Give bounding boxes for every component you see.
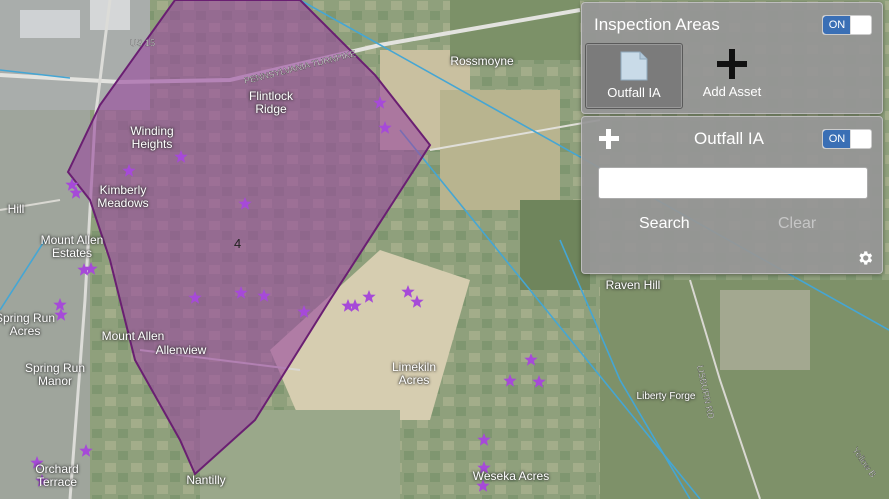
place-label-hill: Hill — [7, 202, 25, 216]
toggle-on-label: ON — [823, 16, 851, 34]
place-label-kimberly-meadows: Kimberly Meadows — [97, 183, 149, 210]
place-label-rossmoyne: Rossmoyne — [450, 54, 514, 68]
toggle-knob — [850, 130, 871, 148]
toggle-on-label: ON — [823, 130, 851, 148]
inspection-areas-panel: Inspection Areas ON Outfall IA Add Asset — [581, 2, 883, 114]
place-label-spring-run-manor: Spring Run Manor — [24, 361, 86, 388]
place-label-mount-allen-estates: Mount Allen Estates — [40, 233, 104, 260]
svg-text:US 15: US 15 — [130, 38, 155, 48]
add-asset-tool[interactable]: Add Asset — [684, 43, 780, 107]
inspection-areas-title: Inspection Areas — [594, 15, 720, 34]
gear-icon[interactable] — [856, 249, 874, 267]
search-button[interactable]: Search — [639, 215, 690, 233]
place-label-winding-heights: Winding Heights — [130, 124, 174, 151]
outfall-ia-tool[interactable]: Outfall IA — [585, 43, 683, 109]
outfall-ia-tool-label: Outfall IA — [607, 85, 661, 100]
add-plus-icon[interactable] — [598, 128, 620, 150]
outfall-panel-title: Outfall IA — [694, 129, 764, 148]
place-label-spring-run-acres: Spring Run Acres — [0, 311, 56, 338]
outfall-search-panel: Outfall IA ON Search Clear — [581, 116, 883, 274]
plus-icon — [717, 49, 747, 79]
document-icon — [620, 51, 648, 81]
place-label-flintlock-ridge: Flintlock Ridge — [248, 89, 294, 116]
outfall-toggle[interactable]: ON — [822, 129, 872, 149]
place-label-nantilly: Nantilly — [186, 473, 226, 487]
place-label-orchard-terrace: Orchard Terrace — [35, 462, 79, 489]
clear-button[interactable]: Clear — [778, 215, 816, 233]
place-label-liberty-forge: Liberty Forge — [636, 391, 696, 402]
place-label-allenview: Allenview — [155, 343, 207, 357]
place-label-raven-hill: Raven Hill — [605, 278, 661, 292]
toggle-knob — [850, 16, 871, 34]
area-number: 4 — [234, 236, 241, 251]
search-input[interactable] — [598, 167, 868, 199]
add-asset-tool-label: Add Asset — [702, 84, 762, 99]
inspection-areas-toggle[interactable]: ON — [822, 15, 872, 35]
place-label-limekiln-acres: Limekiln Acres — [391, 360, 437, 387]
place-label-mount-allen: Mount Allen — [101, 329, 165, 343]
place-label-weseka-acres: Weseka Acres — [472, 469, 550, 483]
